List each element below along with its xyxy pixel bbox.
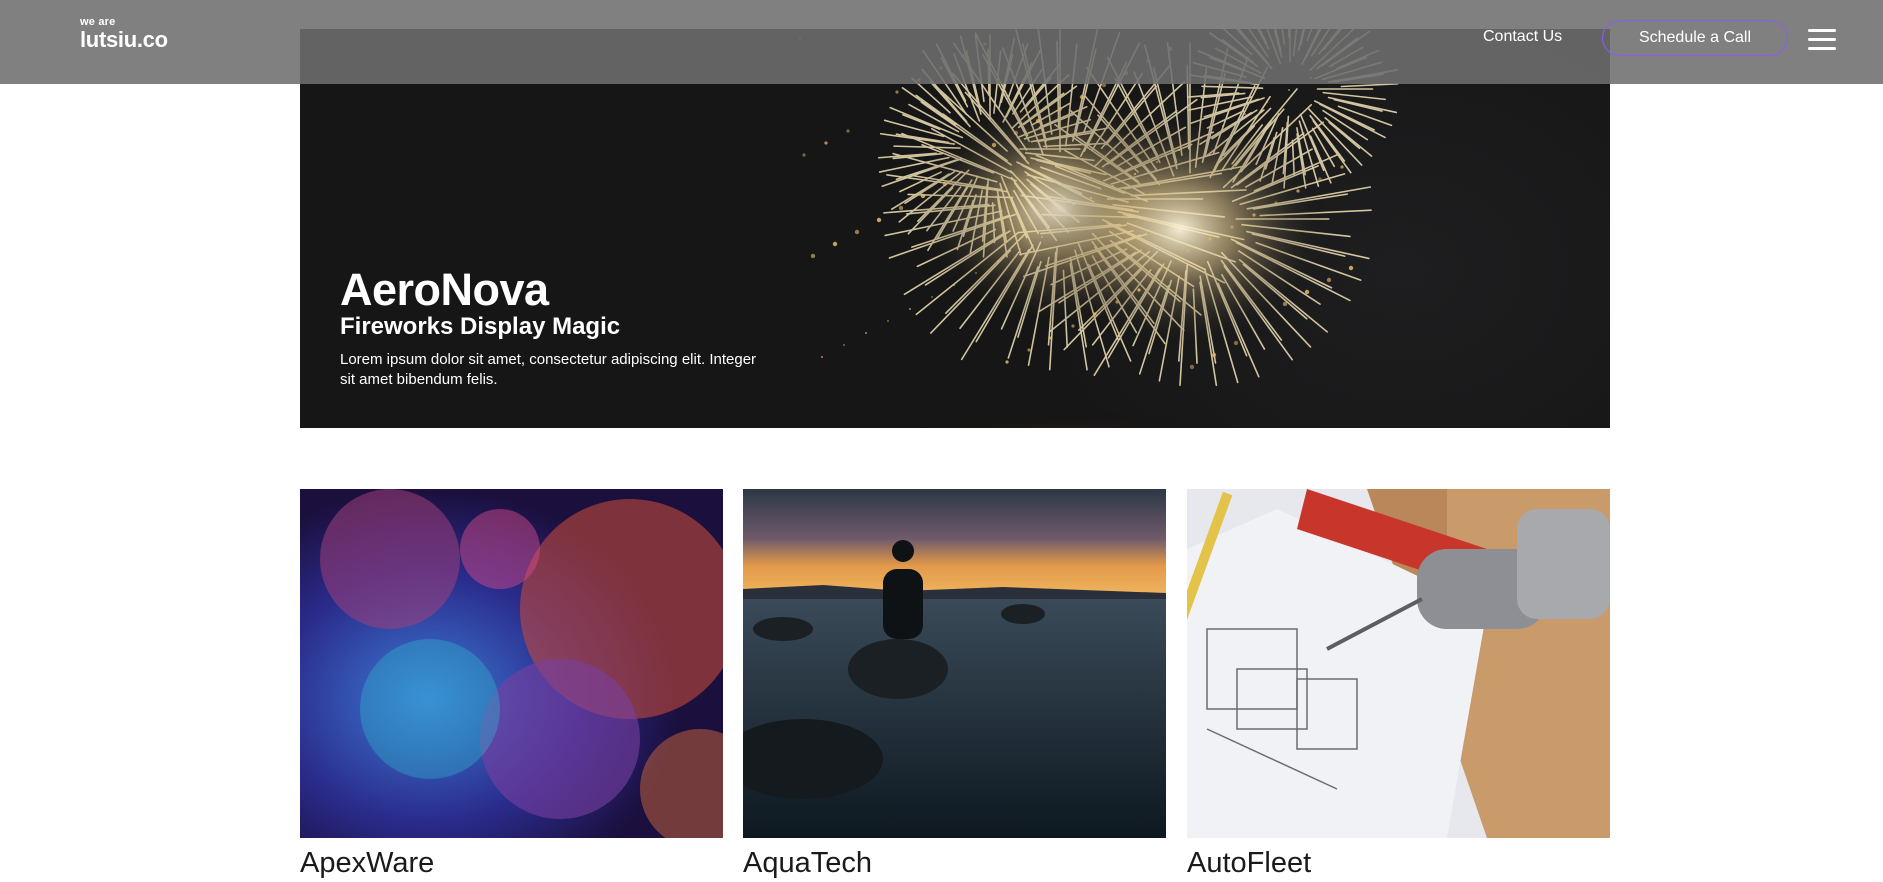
firework-spark [821,356,823,358]
hamburger-icon[interactable] [1808,29,1836,51]
firework-spark [1115,300,1119,304]
menu-bar [1808,38,1836,41]
hero-description: Lorem ipsum dolor sit amet, consectetur … [340,351,757,388]
project-card-aquatech[interactable]: AquaTech [743,489,1166,880]
firework-ray [883,119,945,138]
menu-bar [1808,29,1836,32]
firework-spark [1027,348,1031,352]
firework-ray [1340,82,1399,88]
firework-ray [1333,98,1383,112]
firework-ray [1327,96,1398,114]
firework-spark [1200,137,1202,139]
firework-ray [1201,85,1264,89]
firework-spark [1318,177,1322,181]
firework-spark [1035,118,1041,124]
firework-spark [1189,364,1195,370]
firework-spark [931,296,933,298]
contact-us-link[interactable]: Contact Us [1483,28,1562,46]
firework-spark [832,241,838,247]
firework-spark [1266,101,1268,103]
site-logo[interactable]: we are lutsiu.co [80,17,168,51]
firework-spark [1233,340,1239,346]
firework-spark [975,272,977,274]
hero-subtitle: Fireworks Display Magic [340,313,621,340]
project-card-autofleet[interactable]: AutoFleet [1187,489,1610,880]
firework-spark [942,181,948,187]
firework-ray [1187,96,1253,111]
lake-sunset-image [743,489,1166,838]
firework-spark [1156,161,1158,163]
firework-spark [1211,352,1217,358]
firework-spark [1288,89,1290,91]
firework-spark [876,217,882,223]
firework-spark [1057,106,1063,112]
firework-spark [1326,277,1332,283]
hero-title: AeroNova [340,264,549,315]
firework-spark [1134,173,1136,175]
card-title: AquaTech [743,847,872,879]
firework-spark [1244,113,1246,115]
firework-spark [1041,236,1043,238]
logo-wordmark: lutsiu.co [80,27,168,52]
firework-spark [1230,225,1234,229]
firework-spark [887,320,889,322]
firework-spark [920,193,926,199]
firework-spark [824,141,828,145]
firework-spark [1304,289,1310,295]
firework-spark [953,284,955,286]
firework-spark [1079,94,1085,100]
menu-bar [1808,47,1836,50]
schedule-call-button[interactable]: Schedule a Call [1602,20,1788,56]
firework-spark [895,90,899,94]
firework-spark [1274,201,1278,205]
firework-spark [843,344,845,346]
firework-spark [1178,149,1180,151]
firework-spark [1090,197,1092,199]
firework-spark [1071,324,1075,328]
firework-spark [802,153,806,157]
firework-spark [898,205,904,211]
blueprint-tools-image [1187,489,1610,838]
firework-spark [810,253,816,259]
firework-spark [1296,189,1300,193]
firework-spark [854,229,860,235]
site-header: we are lutsiu.co Contact Us Schedule a C… [0,0,1883,84]
firework-spark [1093,312,1097,316]
firework-spark [1208,237,1212,241]
firework-spark [1348,265,1354,271]
project-card-apexware[interactable]: ApexWare [300,489,723,880]
firework-spark [1282,301,1288,307]
firework-spark [997,260,999,262]
firework-spark [1112,185,1114,187]
firework-spark [865,332,867,334]
card-title: ApexWare [300,847,435,879]
firework-spark [1222,125,1224,127]
firework-spark [1340,165,1344,169]
firework-spark [1049,336,1053,340]
firework-spark [909,308,911,310]
firework-spark [1013,130,1019,136]
firework-spark [1252,213,1256,217]
hero-banner[interactable]: AeroNova Fireworks Display Magic Lorem i… [300,29,1610,428]
firework-spark [1005,360,1009,364]
fractal-image [300,489,723,838]
firework-spark [1019,248,1021,250]
firework-spark [1186,249,1190,253]
firework-spark [1137,288,1141,292]
firework-spark [991,142,997,148]
firework-spark [846,129,850,133]
card-title: AutoFleet [1187,847,1312,879]
